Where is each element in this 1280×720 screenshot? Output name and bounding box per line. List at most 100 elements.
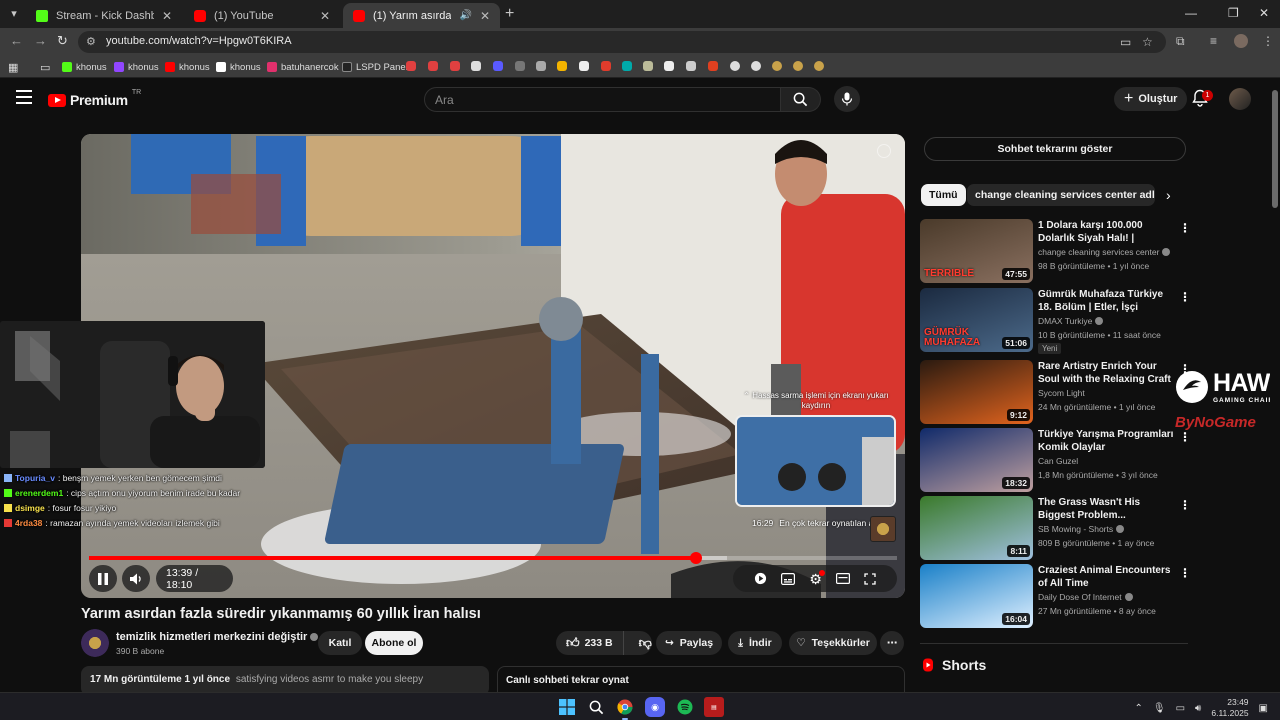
bookmark-icon[interactable] [730,61,740,71]
chrome-taskbar-icon[interactable] [615,697,635,720]
bookmark-icon[interactable] [814,61,824,71]
doc-icon[interactable] [536,61,546,71]
folder-icon[interactable]: ▭ [40,60,50,74]
channel-endscreen-thumbnail[interactable] [870,516,896,542]
video-thumbnail[interactable]: 18:32 [920,428,1033,492]
tab-current-video[interactable]: (1) Yarım asırdan fazla süre 🔊 ✕ [343,3,500,28]
channel-name[interactable]: change cleaning services center [1038,247,1171,257]
recommended-video[interactable]: 9:12 Rare Artistry Enrich Your Soul with … [920,360,1191,424]
profile-avatar[interactable] [1234,34,1248,48]
browser-menu-icon[interactable]: ⋮ [1262,34,1274,48]
video-title[interactable]: Rare Artistry Enrich Your Soul with the … [1038,360,1174,386]
extensions-icon[interactable]: ⧉ [1176,34,1185,49]
bookmark-icon[interactable] [793,61,803,71]
channel-name[interactable]: temizlik hizmetleri merkezini değiştir [116,631,319,643]
gmail-icon[interactable] [428,61,438,71]
progress-bar[interactable] [89,552,897,564]
hamburger-menu-icon[interactable] [16,90,32,104]
more-vertical-icon[interactable]: ⋮ [1179,498,1191,512]
bookmark-icon[interactable] [708,61,718,71]
apps-icon[interactable]: ▦ [8,60,18,74]
minimize-window-button[interactable]: — [1185,6,1197,20]
recommended-video[interactable]: GÜMRÜK MUHAFAZA 51:06 Gümrük Muhafaza Türk… [920,288,1191,354]
voice-search-button[interactable] [834,86,860,112]
more-vertical-icon[interactable]: ⋮ [1179,221,1191,235]
channel-watermark-icon[interactable] [877,144,891,158]
site-info-icon[interactable]: ⚙ [86,35,96,48]
video-thumbnail[interactable]: GÜMRÜK MUHAFAZA 51:06 [920,288,1033,352]
subscribe-button[interactable]: Abone ol [365,631,423,655]
bookmark-item[interactable]: LSPD Panel [342,60,408,74]
like-button[interactable]: 👍︎ 233 B [556,631,624,655]
bookmark-item[interactable]: khonus [216,60,261,74]
tab-kick-dashboard[interactable]: Stream - Kick Dashboard ✕ [26,3,182,28]
close-tab-icon[interactable]: ✕ [480,9,490,23]
recommended-video[interactable]: 16:04 Craziest Animal Encounters of All T… [920,564,1191,628]
bookmark-star-icon[interactable]: ☆ [1142,35,1153,49]
bookmark-icon[interactable] [686,61,696,71]
obs-taskbar-icon[interactable]: ▤ [704,697,724,717]
windows-start-icon[interactable] [557,697,577,717]
channel-name[interactable]: SB Mowing - Shorts [1038,524,1125,534]
more-vertical-icon[interactable]: ⋮ [1179,290,1191,304]
recommended-video[interactable]: 8:11 The Grass Wasn't His Biggest Problem… [920,496,1191,560]
close-tab-icon[interactable]: ✕ [320,9,330,23]
forward-icon[interactable]: → [34,33,47,48]
recommended-video[interactable]: TERRIBLE 47:55 1 Dolara karşı 100.000 Dola… [920,219,1191,283]
settings-button[interactable]: ⚙ [809,569,825,586]
more-vertical-icon[interactable]: ⋮ [1179,430,1191,444]
bookmark-item[interactable]: khonus [114,60,159,74]
video-thumbnail[interactable]: 8:11 [920,496,1033,560]
bookmark-icon[interactable] [515,61,525,71]
back-icon[interactable]: ← [10,33,23,48]
clock[interactable]: 23:49 6.11.2025 [1211,697,1248,719]
close-tab-icon[interactable]: ✕ [162,9,172,23]
show-chat-replay-button[interactable]: Sohbet tekrarını göster [924,137,1186,161]
gmail-icon[interactable] [450,61,460,71]
show-hidden-icons-icon[interactable]: ⌃ [1135,703,1143,714]
notification-center-icon[interactable]: ▣ [1259,703,1268,714]
share-button[interactable]: ↪ Paylaş [656,631,722,655]
cast-icon[interactable]: ▭ [1120,35,1131,49]
join-button[interactable]: Katıl [318,631,362,655]
video-title[interactable]: 1 Dolara karşı 100.000 Dolarlık Siyah Ha… [1038,219,1174,245]
chip-all[interactable]: Tümü [921,184,966,206]
bookmark-icon[interactable] [557,61,567,71]
video-title[interactable]: Türkiye Yarışma Programları Komik Olayla… [1038,428,1174,454]
video-thumbnail[interactable]: 16:04 [920,564,1033,628]
channel-name[interactable]: Sycom Light [1038,388,1085,398]
download-button[interactable]: ⤓ İndir [728,631,782,655]
fullscreen-icon[interactable] [864,572,876,585]
scrollbar-thumb[interactable] [1272,90,1278,208]
bookmark-item[interactable]: batuhanercok [267,60,339,74]
more-vertical-icon[interactable]: ⋮ [1179,566,1191,580]
network-icon[interactable]: ▭ [1176,703,1185,714]
thanks-button[interactable]: ♡ Teşekkürler [789,631,877,655]
theater-mode-icon[interactable] [835,573,850,584]
bookmark-icon[interactable] [471,61,481,71]
bookmark-icon[interactable] [772,61,782,71]
reading-list-icon[interactable]: ≡ [1210,34,1217,48]
gmail-icon[interactable] [406,61,416,71]
bookmark-icon[interactable] [622,61,632,71]
account-avatar[interactable] [1229,88,1251,110]
microphone-tray-icon[interactable]: 🎙︎ [1153,703,1166,714]
chip-from-uploader[interactable]: change cleaning services center adlı yük… [967,184,1155,206]
spotify-taskbar-icon[interactable] [675,697,695,717]
channel-avatar[interactable] [81,629,109,657]
tab-search-button[interactable]: ▾ [6,6,22,22]
address-bar[interactable]: ⚙ youtube.com/watch?v=Hpgw0T6KIRA ▭ ☆ [78,31,1166,53]
recommended-video[interactable]: 18:32 Türkiye Yarışma Programları Komik O… [920,428,1191,492]
channel-name[interactable]: Daily Dose Of Internet [1038,592,1133,602]
bookmark-icon[interactable] [751,61,761,71]
page-scrollbar[interactable] [1270,80,1280,692]
search-button[interactable] [781,87,821,112]
channel-name[interactable]: Can Guzel [1038,456,1078,466]
chip-scroll-right-icon[interactable]: › [1166,187,1171,203]
restore-window-button[interactable]: ❐ [1228,6,1239,20]
mute-button[interactable] [122,565,150,592]
channel-name[interactable]: DMAX Turkiye [1038,316,1104,326]
new-tab-button[interactable]: + [505,5,514,23]
create-button[interactable]: + Oluştur [1114,87,1188,111]
speaker-icon[interactable]: 🔊︎ [1195,703,1201,714]
